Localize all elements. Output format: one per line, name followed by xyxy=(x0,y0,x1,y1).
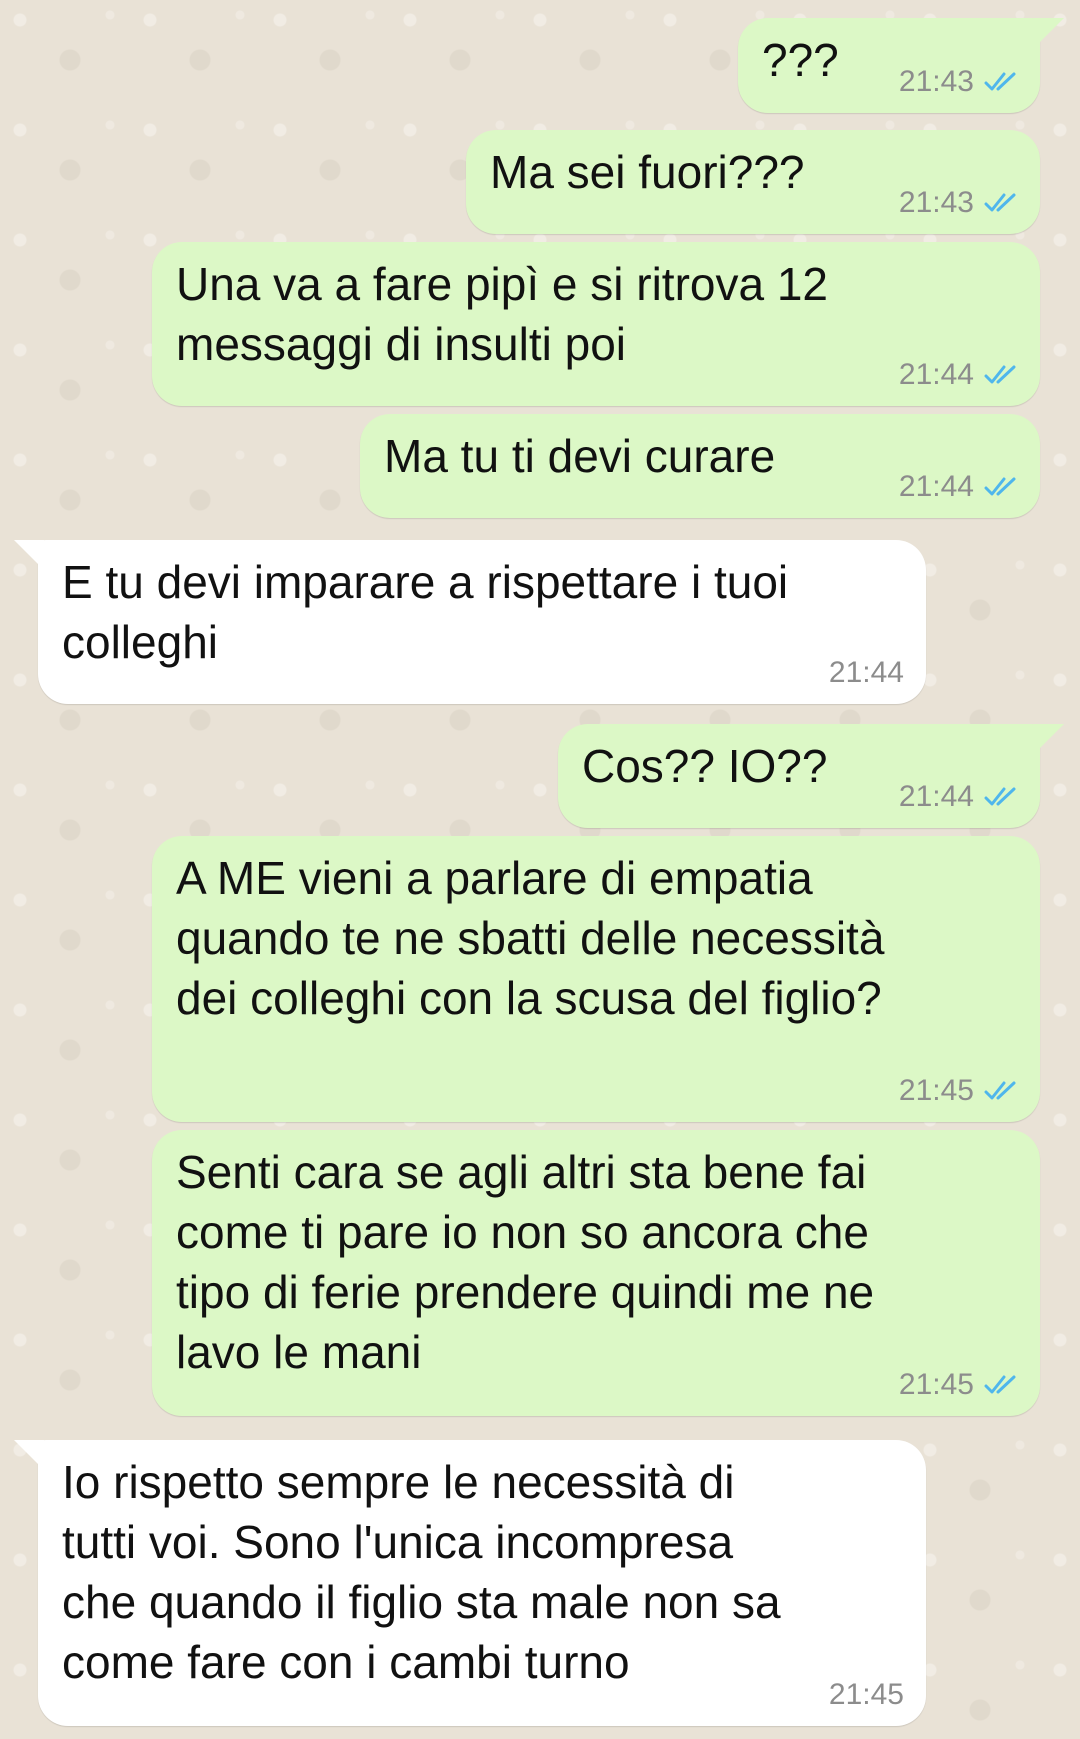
message-text: Ma sei fuori??? xyxy=(490,146,805,198)
message-bubble-outgoing[interactable]: Una va a fare pipì e si ritrova 12 messa… xyxy=(152,242,1040,406)
message-meta: 21:44 xyxy=(829,658,904,688)
double-check-icon xyxy=(984,193,1016,212)
message-time: 21:43 xyxy=(898,65,974,98)
message-bubble-outgoing[interactable]: Senti cara se agli altri sta bene fai co… xyxy=(152,1130,1040,1416)
double-check-icon xyxy=(984,1375,1016,1394)
double-check-icon xyxy=(984,787,1016,806)
message-time: 21:45 xyxy=(898,1074,974,1107)
message-bubble-incoming[interactable]: Io rispetto sempre le necessità di tutti… xyxy=(14,1440,926,1726)
message-meta: 21:44 xyxy=(899,472,1018,502)
message-bubble-outgoing[interactable]: Ma tu ti devi curare 21:44 xyxy=(360,414,1040,518)
message-time: 21:45 xyxy=(898,1368,974,1401)
message-text: Ma tu ti devi curare xyxy=(384,430,776,482)
message-meta: 21:43 xyxy=(899,188,1018,218)
message-time: 21:44 xyxy=(898,780,974,813)
message-time: 21:44 xyxy=(898,358,974,391)
message-meta: 21:44 xyxy=(899,360,1018,390)
double-check-icon xyxy=(984,365,1016,384)
message-bubble-outgoing[interactable]: Ma sei fuori??? 21:43 xyxy=(466,130,1040,234)
message-time: 21:44 xyxy=(898,470,974,503)
double-check-icon xyxy=(984,72,1016,91)
message-text: Senti cara se agli altri sta bene fai co… xyxy=(176,1146,875,1378)
message-meta: 21:45 xyxy=(829,1680,904,1710)
double-check-icon xyxy=(984,477,1016,496)
message-bubble-incoming[interactable]: E tu devi imparare a rispettare i tuoi c… xyxy=(14,540,926,704)
message-time: 21:43 xyxy=(898,186,974,219)
message-meta: 21:44 xyxy=(899,782,1018,812)
message-time: 21:45 xyxy=(828,1678,904,1711)
message-text: E tu devi imparare a rispettare i tuoi c… xyxy=(62,556,789,668)
message-bubble-outgoing[interactable]: A ME vieni a parlare di empatia quando t… xyxy=(152,836,1040,1122)
message-meta: 21:45 xyxy=(899,1370,1018,1400)
message-text: Cos?? IO?? xyxy=(582,740,828,792)
message-text: ??? xyxy=(762,34,839,86)
message-bubble-outgoing[interactable]: ??? 21:43 xyxy=(738,18,1064,113)
message-bubble-outgoing[interactable]: Cos?? IO?? 21:44 xyxy=(558,724,1064,828)
message-meta: 21:45 xyxy=(899,1076,1018,1106)
chat-thread: ??? 21:43 Ma sei fuori??? 21:43 Una va a… xyxy=(0,0,1080,1739)
message-text: Una va a fare pipì e si ritrova 12 messa… xyxy=(176,258,828,370)
double-check-icon xyxy=(984,1081,1016,1100)
message-meta: 21:43 xyxy=(899,67,1018,97)
message-text: Io rispetto sempre le necessità di tutti… xyxy=(62,1456,781,1688)
message-time: 21:44 xyxy=(828,656,904,689)
message-text: A ME vieni a parlare di empatia quando t… xyxy=(176,852,885,1024)
